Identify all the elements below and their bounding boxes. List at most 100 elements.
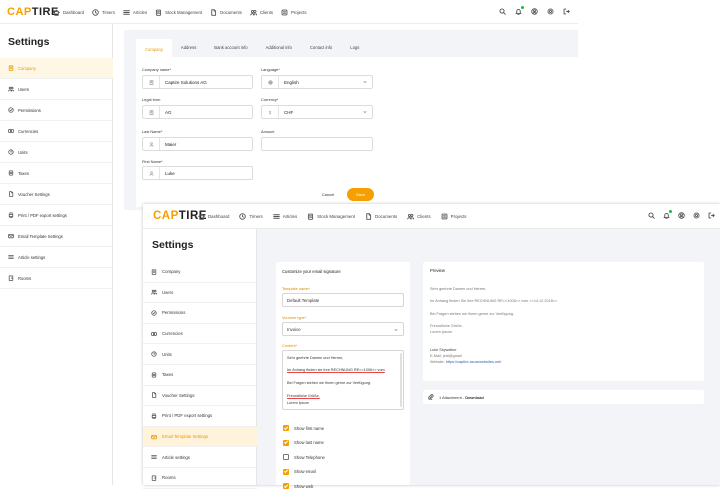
logout-icon[interactable]	[563, 8, 570, 15]
sidebar-item-units[interactable]: Units	[0, 142, 113, 163]
sidebar-item-article-settings[interactable]: Article settings	[143, 447, 257, 468]
sidebar-item-permissions[interactable]: Permissions	[143, 303, 257, 324]
tab-address[interactable]: Address	[172, 39, 205, 57]
nav-projects[interactable]: Projects	[441, 213, 467, 220]
company-tabs: CompanyAddressBank account infoAdditiona…	[136, 39, 368, 57]
checkbox-box[interactable]	[283, 440, 289, 446]
document-icon	[210, 9, 217, 16]
settings-menu: CompanyUsersPermissionsCurrenciesUnitsTa…	[0, 58, 113, 289]
sidebar-item-voucher-settings[interactable]: Voucher Settings	[0, 184, 113, 205]
sidebar-item-users[interactable]: Users	[0, 79, 113, 100]
checkbox-box[interactable]	[283, 469, 289, 475]
logout-icon[interactable]	[708, 212, 715, 219]
sidebar-item-units[interactable]: Units	[143, 344, 257, 365]
nav-clients[interactable]: Clients	[407, 213, 430, 220]
nav-dashboard[interactable]: Dashboard	[198, 213, 229, 220]
language-select[interactable]: English	[261, 75, 373, 89]
sidebar-item-currencies[interactable]: Currencies	[0, 121, 113, 142]
save-button[interactable]: Save	[347, 188, 374, 201]
nav-label: Projects	[291, 10, 307, 15]
tab-additional-info[interactable]: Additional info	[257, 39, 301, 57]
currency-select[interactable]: $ CHF	[261, 105, 373, 119]
sidebar-item-voucher-settings[interactable]: Voucher Settings	[143, 386, 257, 407]
checkbox-box[interactable]	[283, 454, 289, 460]
cancel-button[interactable]: Cancel	[315, 189, 341, 200]
nav-stock-management[interactable]: Stock Management	[155, 9, 202, 16]
checkbox-show-email[interactable]: Show email	[283, 469, 316, 475]
chevron-down-icon	[363, 80, 367, 84]
checkbox-show-first-name[interactable]: Show first name	[283, 425, 324, 431]
search-icon[interactable]	[648, 212, 655, 219]
users-icon	[151, 289, 157, 295]
template-name-input[interactable]: Default Template	[282, 293, 404, 307]
nav-documents[interactable]: Documents	[210, 9, 242, 16]
content-line: Im Anhang finden sie ihre RECHNUNG RE<<1…	[287, 368, 385, 372]
tab-logs[interactable]: Logs	[341, 39, 368, 57]
gear-icon[interactable]	[693, 212, 700, 219]
attachment-info: 1 Attachment - Download	[439, 395, 484, 400]
notifications[interactable]	[506, 8, 522, 15]
sidebar-item-company[interactable]: Company	[0, 58, 113, 79]
nav-projects[interactable]: Projects	[281, 9, 307, 16]
voucher-type-select[interactable]: Invoice	[282, 322, 404, 336]
company-name-field[interactable]: Captire Solutions AG	[142, 75, 253, 89]
sidebar-item-users[interactable]: Users	[143, 283, 257, 304]
nav-dashboard[interactable]: Dashboard	[53, 9, 84, 16]
first-name-field[interactable]: Luke	[142, 166, 253, 180]
sidebar-item-taxes[interactable]: Taxes	[0, 163, 113, 184]
captire-logo[interactable]: CAPTIRE	[7, 7, 59, 18]
sidebar-item-rooms[interactable]: Rooms	[143, 468, 257, 489]
voucher-type-label: Voucher type*	[282, 315, 306, 320]
nav-articles[interactable]: Articles	[123, 9, 147, 16]
nav-stock-management[interactable]: Stock Management	[307, 213, 355, 220]
search-icon[interactable]	[499, 8, 506, 15]
download-link[interactable]: Download	[465, 395, 484, 400]
page-title: Settings	[8, 36, 49, 48]
tab-bank-account-info[interactable]: Bank account info	[205, 39, 256, 57]
logo-part-cap: CAP	[7, 6, 32, 18]
content-label: Content*	[282, 343, 297, 348]
sidebar-item-rooms[interactable]: Rooms	[0, 268, 113, 289]
checkbox-label: Show email	[294, 469, 316, 474]
checkbox-show-telephone[interactable]: Show Telephone	[283, 454, 325, 460]
sidebar-item-print-pdf-export-settings[interactable]: Print / PDF export settings	[143, 406, 257, 427]
building-icon	[149, 80, 154, 85]
nav-label: Articles	[283, 214, 297, 219]
sidebar-item-company[interactable]: Company	[143, 262, 257, 283]
sidebar-item-article-settings[interactable]: Article settings	[0, 247, 113, 268]
user-circle-icon[interactable]	[531, 8, 538, 15]
checkbox-box[interactable]	[283, 483, 289, 489]
website-link[interactable]: https://captire.azurewebsites.net/	[446, 360, 502, 364]
clock-icon	[8, 149, 14, 155]
checkbox-box[interactable]	[283, 425, 289, 431]
last-name-field[interactable]: Maier	[142, 137, 253, 151]
user-circle-icon[interactable]	[678, 212, 685, 219]
template-name-value: Default Template	[287, 298, 319, 303]
nav-timers[interactable]: Timers	[239, 213, 262, 220]
sidebar-item-print-pdf-export-settings[interactable]: Print / PDF export settings	[0, 205, 113, 226]
sidebar-item-email-template-settings[interactable]: Email Template Settings	[143, 427, 257, 448]
sidebar-item-taxes[interactable]: Taxes	[143, 365, 257, 386]
nav-clients[interactable]: Clients	[250, 9, 273, 16]
legal-form-field[interactable]: AG	[142, 105, 253, 119]
clock-icon	[239, 213, 246, 220]
notifications[interactable]	[655, 212, 670, 219]
printer-icon	[8, 212, 14, 218]
notification-dot	[521, 6, 524, 9]
top-right-actions	[640, 212, 715, 219]
tab-contact-info[interactable]: Contact info	[301, 39, 341, 57]
checkbox-show-last-name[interactable]: Show last name	[283, 440, 324, 446]
gear-icon[interactable]	[547, 8, 554, 15]
nav-documents[interactable]: Documents	[365, 213, 397, 220]
content-scrollbar[interactable]	[400, 353, 402, 407]
tab-company[interactable]: Company	[136, 39, 172, 57]
sidebar-item-currencies[interactable]: Currencies	[143, 324, 257, 345]
sidebar-item-label: Print / PDF export settings	[162, 413, 212, 418]
nav-timers[interactable]: Timers	[92, 9, 115, 16]
content-editor[interactable]: Sehr geehrte Damen und Herren, Im Anhang…	[282, 350, 404, 410]
nav-articles[interactable]: Articles	[273, 213, 297, 220]
amount-field[interactable]	[261, 137, 373, 151]
sidebar-item-email-template-settings[interactable]: Email Template Settings	[0, 226, 113, 247]
checkbox-show-web[interactable]: Show web	[283, 483, 313, 489]
sidebar-item-permissions[interactable]: Permissions	[0, 100, 113, 121]
